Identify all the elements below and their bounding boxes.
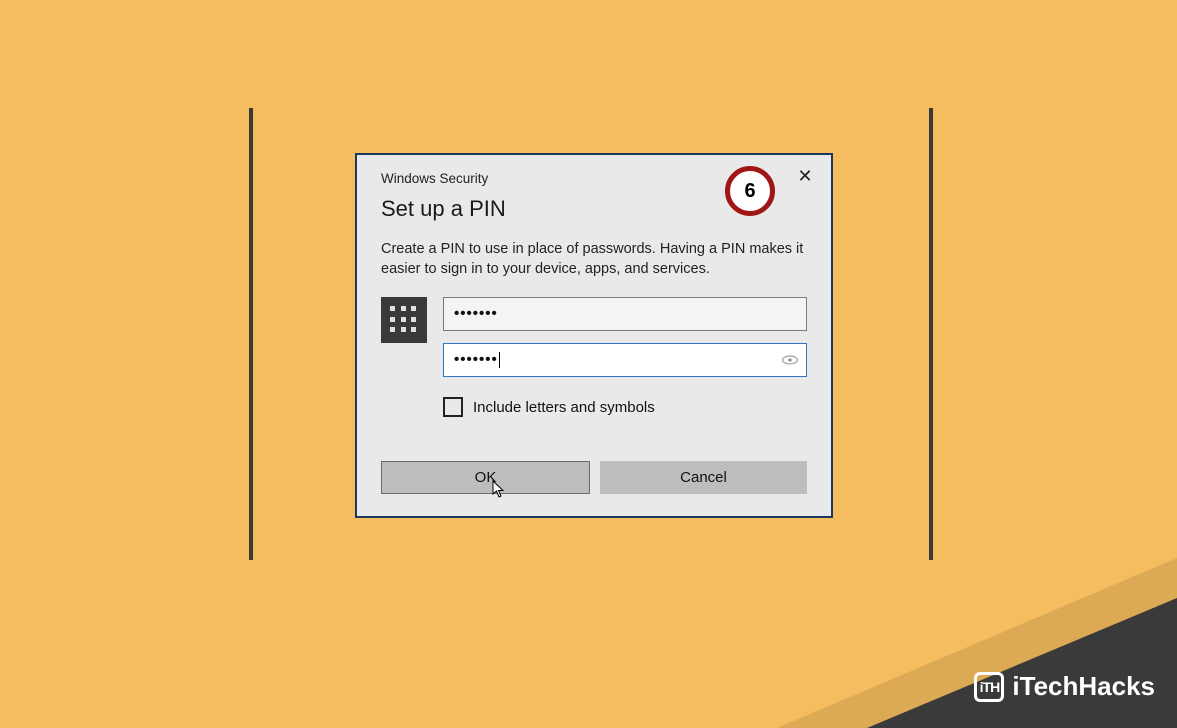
keypad-icon — [381, 297, 427, 343]
ok-button[interactable]: OK — [381, 461, 590, 494]
brand-logo-icon: iTH — [974, 672, 1004, 702]
brand-site-name: iTechHacks — [1012, 671, 1155, 702]
decorative-bar-left — [249, 108, 253, 560]
decorative-bar-right — [929, 108, 933, 560]
cancel-button[interactable]: Cancel — [600, 461, 807, 494]
pin-masked-value: ••••••• — [454, 298, 498, 330]
include-letters-checkbox[interactable] — [443, 397, 463, 417]
new-pin-input[interactable]: ••••••• — [443, 297, 807, 331]
step-number-badge: 6 — [725, 166, 775, 216]
reveal-password-icon[interactable] — [782, 355, 798, 365]
include-letters-label: Include letters and symbols — [473, 399, 655, 416]
confirm-pin-masked-value: ••••••• — [454, 344, 498, 376]
brand-watermark: iTH iTechHacks — [974, 671, 1155, 702]
dialog-description: Create a PIN to use in place of password… — [357, 222, 831, 279]
close-button[interactable]: ✕ — [791, 165, 819, 189]
confirm-pin-input[interactable]: ••••••• — [443, 343, 807, 377]
brand-triangle — [867, 598, 1177, 728]
text-caret — [499, 352, 500, 368]
